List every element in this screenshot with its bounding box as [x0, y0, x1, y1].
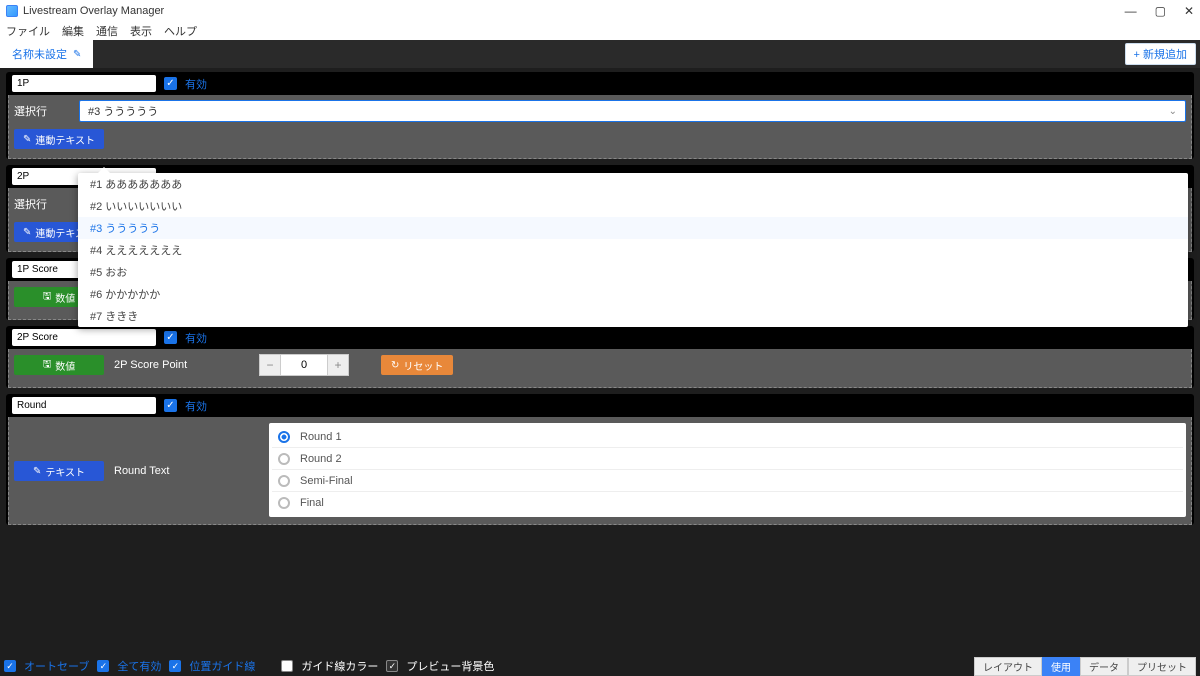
seg-layout[interactable]: レイアウト	[974, 657, 1042, 676]
tab-strip: 名称未設定 + 新規追加	[0, 40, 1200, 68]
menu-bar: ファイル 編集 通信 表示 ヘルプ	[0, 22, 1200, 40]
decrement-button[interactable]: −	[259, 354, 281, 376]
title-bar: Livestream Overlay Manager — ▢ ✕	[0, 0, 1200, 22]
guide-color-label: ガイド線カラー	[301, 658, 378, 674]
chevron-down-icon: ⌄	[1169, 106, 1177, 117]
menu-file[interactable]: ファイル	[6, 23, 50, 39]
close-icon[interactable]: ✕	[1184, 4, 1194, 18]
row-label: 選択行	[14, 103, 69, 119]
tab-label: 名称未設定	[12, 46, 67, 62]
autosave-label: オートセーブ	[24, 658, 89, 674]
app-icon	[6, 5, 18, 17]
window-title: Livestream Overlay Manager	[23, 5, 164, 17]
menu-view[interactable]: 表示	[130, 23, 152, 39]
linked-text-button[interactable]: 連動テキスト	[14, 129, 104, 149]
panel-title-input[interactable]: Round	[12, 397, 156, 414]
row-label: 選択行	[14, 196, 69, 212]
menu-edit[interactable]: 編集	[62, 23, 84, 39]
allenable-label: 全て有効	[117, 658, 161, 674]
panel-2p-score: 2P Score ✓ 有効 数値 2P Score Point − 0 + リセ…	[6, 326, 1194, 388]
reset-icon	[391, 360, 399, 371]
radio-icon[interactable]	[278, 453, 290, 465]
panel-round: Round ✓ 有効 テキスト Round Text Round 1 Round…	[6, 394, 1194, 525]
enable-label: 有効	[185, 330, 207, 346]
footer-bar: ✓オートセーブ ✓全て有効 ✓位置ガイド線 ガイド線カラー ✓プレビュー背景色 …	[0, 657, 1200, 675]
enable-checkbox[interactable]: ✓	[164, 399, 177, 412]
dropdown-option[interactable]: #1 あああああああ	[78, 173, 1188, 195]
pen-icon	[23, 227, 31, 238]
preview-bg-label: プレビュー背景色	[406, 658, 494, 674]
round-row[interactable]: Final	[272, 492, 1183, 514]
round-row[interactable]: Round 2	[272, 448, 1183, 470]
score-value[interactable]: 0	[281, 354, 327, 376]
radio-icon[interactable]	[278, 431, 290, 443]
increment-button[interactable]: +	[327, 354, 349, 376]
radio-icon[interactable]	[278, 475, 290, 487]
guides-checkbox[interactable]: ✓	[169, 660, 181, 672]
text-button[interactable]: テキスト	[14, 461, 104, 481]
number-button[interactable]: 数値	[14, 355, 104, 375]
round-row[interactable]: Semi-Final	[272, 470, 1183, 492]
select-value: #3 ううううう	[88, 103, 158, 119]
autosave-checkbox[interactable]: ✓	[4, 660, 16, 672]
pen-icon	[33, 466, 41, 477]
save-icon	[43, 357, 52, 374]
edit-icon[interactable]	[73, 48, 81, 60]
save-icon	[43, 289, 52, 306]
dropdown-option[interactable]: #6 かかかかか	[78, 283, 1188, 305]
dropdown-option[interactable]: #7 ききき	[78, 305, 1188, 327]
enable-checkbox[interactable]: ✓	[164, 331, 177, 344]
enable-label: 有効	[185, 76, 207, 92]
add-new-button[interactable]: + 新規追加	[1125, 43, 1196, 65]
enable-checkbox[interactable]: ✓	[164, 77, 177, 90]
row-select[interactable]: #3 ううううう ⌄	[79, 100, 1186, 122]
dropdown-option[interactable]: #4 えええええええ	[78, 239, 1188, 261]
enable-label: 有効	[185, 398, 207, 414]
seg-preset[interactable]: プリセット	[1128, 657, 1196, 676]
maximize-icon[interactable]: ▢	[1155, 4, 1166, 18]
panel-1p: 1P ✓ 有効 選択行 #3 ううううう ⌄ 連動テキスト	[6, 72, 1194, 159]
minimize-icon[interactable]: —	[1125, 4, 1137, 18]
panel-title-input[interactable]: 1P	[12, 75, 156, 92]
score-label: 2P Score Point	[114, 359, 249, 371]
menu-help[interactable]: ヘルプ	[164, 23, 197, 39]
panel-title-input[interactable]: 2P Score	[12, 329, 156, 346]
pen-icon	[23, 134, 31, 145]
round-list: Round 1 Round 2 Semi-Final Final	[269, 423, 1186, 517]
dropdown-option[interactable]: #2 いいいいいいい	[78, 195, 1188, 217]
menu-comm[interactable]: 通信	[96, 23, 118, 39]
seg-data[interactable]: データ	[1080, 657, 1128, 676]
reset-button[interactable]: リセット	[381, 355, 453, 375]
view-segmented[interactable]: レイアウト 使用 データ プリセット	[974, 657, 1196, 676]
dropdown-option-selected[interactable]: #3 ううううう	[78, 217, 1188, 239]
seg-use[interactable]: 使用	[1042, 657, 1080, 676]
guide-color-swatch[interactable]	[281, 660, 293, 672]
dropdown-option[interactable]: #5 おお	[78, 261, 1188, 283]
round-row[interactable]: Round 1	[272, 426, 1183, 448]
round-text-label: Round Text	[114, 465, 169, 477]
row-select-dropdown[interactable]: #1 あああああああ #2 いいいいいいい #3 ううううう #4 ええええええ…	[78, 173, 1188, 327]
radio-icon[interactable]	[278, 497, 290, 509]
preview-bg-checkbox[interactable]: ✓	[386, 660, 398, 672]
score-stepper[interactable]: − 0 +	[259, 354, 349, 376]
tab-unnamed[interactable]: 名称未設定	[0, 40, 93, 68]
guides-label: 位置ガイド線	[189, 658, 255, 674]
allenable-checkbox[interactable]: ✓	[97, 660, 109, 672]
main-area: 1P ✓ 有効 選択行 #3 ううううう ⌄ 連動テキスト #1 あああああああ…	[0, 68, 1200, 657]
